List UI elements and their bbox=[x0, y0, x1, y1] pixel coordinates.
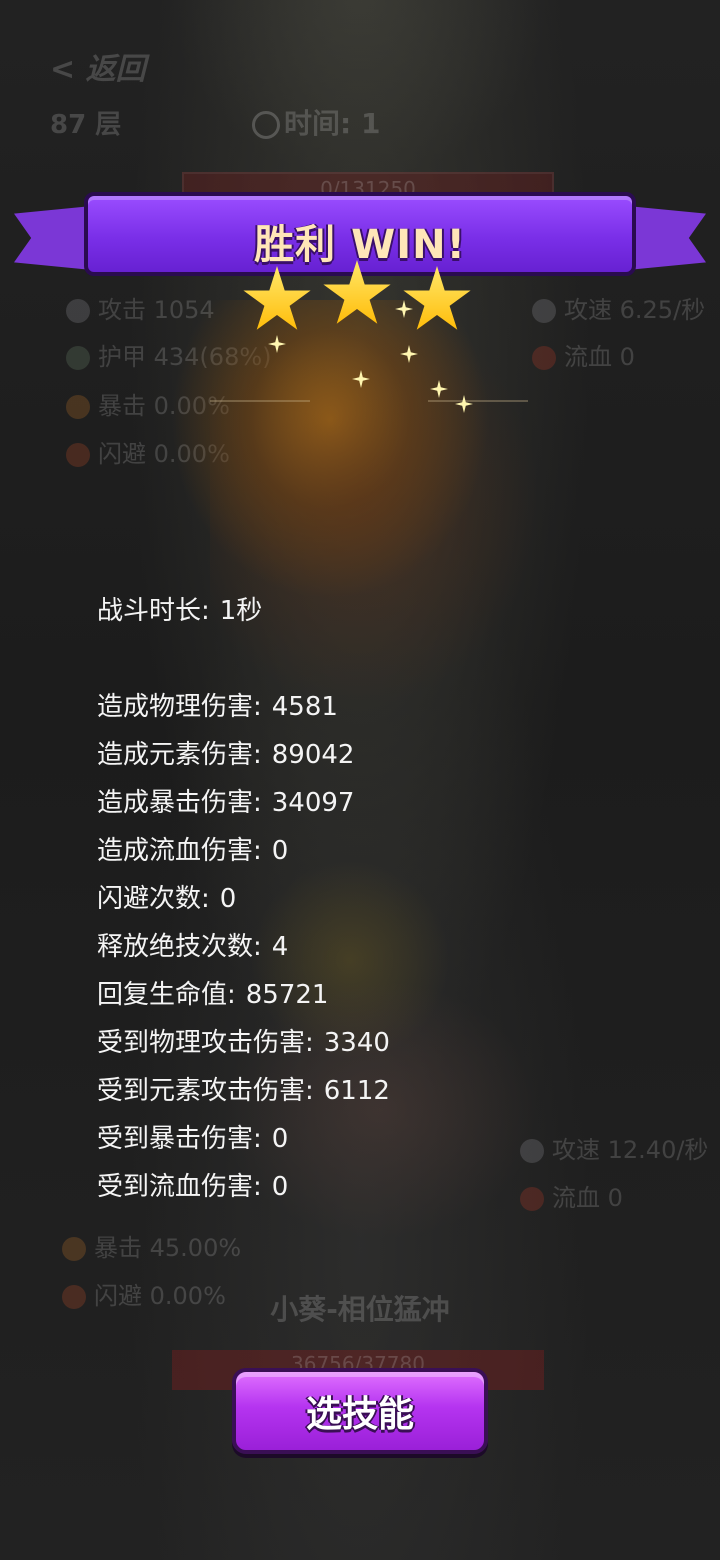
enemy-bleed-stat: 流血 0 bbox=[532, 337, 635, 372]
dodge-icon bbox=[66, 443, 90, 467]
result-row: 受到元素攻击伤害: 6112 bbox=[97, 1076, 390, 1106]
floor-label: 87 层 bbox=[50, 110, 122, 140]
hero-bleed-stat: 流血 0 bbox=[520, 1178, 623, 1213]
result-row: 受到暴击伤害: 0 bbox=[97, 1124, 289, 1154]
enemy-speed-value: 攻速 6.25/秒 bbox=[564, 296, 706, 324]
hero-speed-value: 攻速 12.40/秒 bbox=[552, 1136, 709, 1164]
clock-icon bbox=[252, 111, 280, 139]
cave-backdrop bbox=[170, 0, 550, 180]
divider-line bbox=[210, 400, 310, 402]
result-row: 释放绝技次数: 4 bbox=[97, 932, 289, 962]
back-button[interactable]: < 返回 bbox=[50, 44, 146, 88]
select-skill-button[interactable]: 选技能 bbox=[232, 1368, 488, 1454]
star-rating bbox=[242, 258, 482, 338]
result-row: 受到流血伤害: 0 bbox=[97, 1172, 289, 1202]
hero-crit-stat: 暴击 45.00% bbox=[62, 1228, 241, 1263]
star-icon bbox=[403, 266, 471, 330]
hero-speed-stat: 攻速 12.40/秒 bbox=[520, 1130, 708, 1165]
enemy-horse-rider bbox=[210, 330, 540, 710]
enemy-speed-stat: 攻速 6.25/秒 bbox=[532, 290, 705, 325]
result-row: 回复生命值: 85721 bbox=[97, 980, 329, 1010]
hero-crit-value: 暴击 45.00% bbox=[94, 1234, 242, 1262]
hero-bleed-value: 流血 0 bbox=[552, 1184, 623, 1212]
crit-icon bbox=[62, 1237, 86, 1261]
sword-icon bbox=[66, 299, 90, 323]
time-label: 时间: bbox=[284, 107, 352, 140]
armor-icon bbox=[66, 346, 90, 370]
result-row: 造成物理伤害: 4581 bbox=[97, 692, 338, 722]
result-row: 受到物理攻击伤害: 3340 bbox=[97, 1028, 390, 1058]
result-row: 战斗时长: 1秒 bbox=[97, 596, 263, 626]
timer: 时间: 1 bbox=[252, 102, 380, 142]
speed-icon bbox=[532, 299, 556, 323]
bleed-icon bbox=[520, 1187, 544, 1211]
time-value: 1 bbox=[360, 107, 381, 140]
result-row: 闪避次数: 0 bbox=[97, 884, 237, 914]
hero-name: 小葵-相位猛冲 bbox=[270, 1293, 450, 1326]
crit-icon bbox=[66, 395, 90, 419]
enemy-bleed-value: 流血 0 bbox=[564, 343, 635, 371]
divider-line bbox=[428, 400, 528, 402]
result-row: 造成暴击伤害: 34097 bbox=[97, 788, 355, 818]
star-icon bbox=[323, 260, 391, 324]
speed-icon bbox=[520, 1139, 544, 1163]
result-row: 造成流血伤害: 0 bbox=[97, 836, 289, 866]
star-icon bbox=[243, 266, 311, 330]
result-row: 造成元素伤害: 89042 bbox=[97, 740, 355, 770]
